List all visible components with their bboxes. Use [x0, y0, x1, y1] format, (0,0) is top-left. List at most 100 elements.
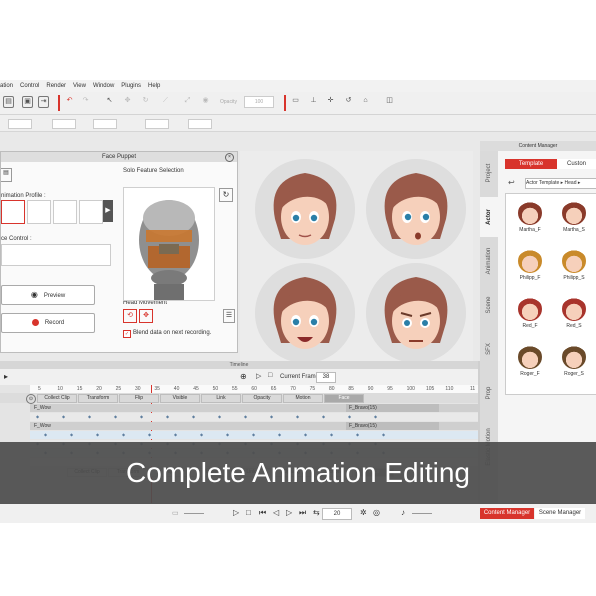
thumbnail-item[interactable]: Red_S [554, 293, 594, 337]
head-rotate-icon[interactable]: ✥ [139, 309, 153, 323]
key-track-2[interactable]: ◆ ◆ ◆ ◆ ◆ ◆ ◆ ◆ ◆ ◆ ◆ ◆ ◆ ◆ [30, 431, 478, 439]
play-icon[interactable]: ▷ [233, 508, 239, 517]
rotate-view-icon[interactable]: ↺ [343, 96, 354, 108]
menu-control[interactable]: Control [20, 80, 39, 92]
frame-field[interactable]: 20 [322, 508, 352, 520]
list-icon[interactable]: ☰ [223, 309, 235, 323]
keyframe-marker[interactable]: ◆ [374, 413, 377, 421]
menu-render[interactable]: Render [46, 80, 66, 92]
split-view-icon[interactable]: ◫ [384, 96, 395, 108]
track-button[interactable]: Link [201, 394, 241, 403]
prev-frame-icon[interactable]: ◁ [273, 508, 279, 517]
stop-icon[interactable]: □ [246, 508, 251, 517]
head-move-icon[interactable]: ⟲ [123, 309, 137, 323]
side-tab-project[interactable]: Project [480, 153, 498, 193]
side-tab-actor[interactable]: Actor [480, 197, 498, 237]
close-icon[interactable]: × [225, 153, 234, 162]
keyframe-marker[interactable]: ◆ [244, 413, 247, 421]
opacity-field[interactable]: 100 [244, 96, 274, 108]
first-frame-icon[interactable]: ⏮ [259, 508, 266, 518]
keyframe-marker[interactable]: ◆ [96, 431, 99, 439]
thumbnail-item[interactable]: Martha_S [554, 197, 594, 241]
menu-animation[interactable]: ation [0, 80, 13, 92]
track-button[interactable]: Visible [160, 394, 200, 403]
key-track-1[interactable]: ◆ ◆ ◆ ◆ ◆ ◆ ◆ ◆ ◆ ◆ ◆ ◆ ◆ ◆ [30, 413, 478, 421]
next-frame-icon[interactable]: ▷ [286, 508, 292, 517]
breadcrumb[interactable]: Actor Template ▸ Head ▸ [525, 178, 596, 189]
pos-x-field[interactable] [8, 119, 32, 129]
keyframe-marker[interactable]: ◆ [114, 413, 117, 421]
thumbnail-item[interactable]: Philipp_F [510, 245, 550, 289]
pos-y-field[interactable] [52, 119, 76, 129]
profile-item-1[interactable] [1, 200, 25, 224]
face-control-items[interactable] [1, 244, 111, 266]
track-button[interactable]: Opacity [242, 394, 282, 403]
keyframe-marker[interactable]: ◆ [330, 431, 333, 439]
profile-item-3[interactable] [53, 200, 77, 224]
keyframe-marker[interactable]: ◆ [304, 431, 307, 439]
export-icon[interactable]: ⇥ [38, 96, 49, 108]
track-button[interactable]: Motion [283, 394, 323, 403]
keyframe-marker[interactable]: ◆ [382, 431, 385, 439]
menu-plugins[interactable]: Plugins [121, 80, 141, 92]
keyframe-marker[interactable]: ◆ [270, 413, 273, 421]
rot-field[interactable] [93, 119, 117, 129]
keyframe-marker[interactable]: ◆ [140, 413, 143, 421]
keyframe-marker[interactable]: ◆ [348, 413, 351, 421]
keyframe-marker[interactable]: ◆ [296, 413, 299, 421]
settings-icon[interactable]: ✲ [360, 508, 367, 517]
record-icon[interactable]: ◎ [373, 508, 380, 517]
play-icon[interactable]: ▸ [4, 372, 8, 381]
thumbnail-item[interactable]: Roger_F [510, 341, 550, 385]
audio-icon[interactable]: ♪ [401, 508, 405, 517]
clip-track-2[interactable]: F_Wow F_Bravo(15) [30, 422, 478, 430]
scale-icon[interactable]: ⤢ [182, 96, 193, 108]
rotate-icon[interactable]: ↻ [140, 96, 151, 108]
keyframe-marker[interactable]: ◆ [278, 431, 281, 439]
reset-icon[interactable]: ↻ [219, 188, 233, 202]
thumbnail-item[interactable]: Roger_S [554, 341, 594, 385]
keyframe-marker[interactable]: ◆ [218, 413, 221, 421]
track-toggle-icon[interactable]: ⊙ [26, 394, 36, 404]
prev-frame-icon[interactable]: ▷ [256, 372, 261, 380]
move-icon[interactable]: ✥ [122, 96, 133, 108]
home-icon[interactable]: ⌂ [360, 96, 371, 108]
profile-item-4[interactable] [79, 200, 103, 224]
keyframe-marker[interactable]: ◆ [192, 413, 195, 421]
keyframe-marker[interactable]: ◆ [356, 431, 359, 439]
redo-icon[interactable]: ↷ [80, 96, 91, 108]
keyframe-marker[interactable]: ◆ [200, 431, 203, 439]
record-button[interactable]: Record [1, 313, 95, 333]
camera-icon[interactable]: ▭ [290, 96, 301, 108]
track-button[interactable]: Collect Clip [37, 394, 77, 403]
pin-icon[interactable]: ⊥ [308, 96, 319, 108]
timeline-ruler[interactable]: 5 10 15 20 25 30 35 40 45 50 55 60 65 70 75 80 85 90 95 100… [30, 385, 478, 393]
thumbnail-item[interactable]: Red_F [510, 293, 550, 337]
import-icon[interactable]: ▣ [22, 96, 33, 108]
back-icon[interactable]: ↩ [508, 178, 515, 187]
bone-icon[interactable]: ⟋ [160, 96, 171, 108]
thumbnail-item[interactable]: Philipp_S [554, 245, 594, 289]
keyframe-marker[interactable]: ◆ [88, 413, 91, 421]
move-view-icon[interactable]: ✛ [325, 96, 336, 108]
side-tab-scene[interactable]: Scene [480, 285, 498, 325]
menu-window[interactable]: Window [93, 80, 114, 92]
speed-icon[interactable]: ▭ [172, 509, 179, 517]
keyframe-marker[interactable]: ◆ [174, 431, 177, 439]
next-arrow-icon[interactable]: ▶ [103, 200, 113, 222]
blend-checkbox[interactable]: ✓ [123, 330, 131, 338]
scale-y-field[interactable] [188, 119, 212, 129]
keyframe-marker[interactable]: ◆ [62, 413, 65, 421]
undo-icon[interactable]: ↶ [64, 96, 75, 108]
scene-manager-tab[interactable]: Scene Manager [535, 508, 585, 519]
volume-slider[interactable] [412, 513, 432, 514]
profile-icon[interactable]: ▤ [1, 168, 12, 182]
eye-icon[interactable]: ◉ [200, 96, 211, 108]
track-button[interactable]: Face [324, 394, 364, 403]
side-tab-prop[interactable]: Prop [480, 373, 498, 413]
side-tab-animation[interactable]: Animation [480, 241, 498, 281]
clip-track-1[interactable]: F_Wow F_Bravo(15) [30, 404, 478, 412]
speed-slider[interactable] [184, 513, 204, 514]
head-3d-viewport[interactable] [123, 187, 215, 301]
keyframe-marker[interactable]: ◆ [70, 431, 73, 439]
